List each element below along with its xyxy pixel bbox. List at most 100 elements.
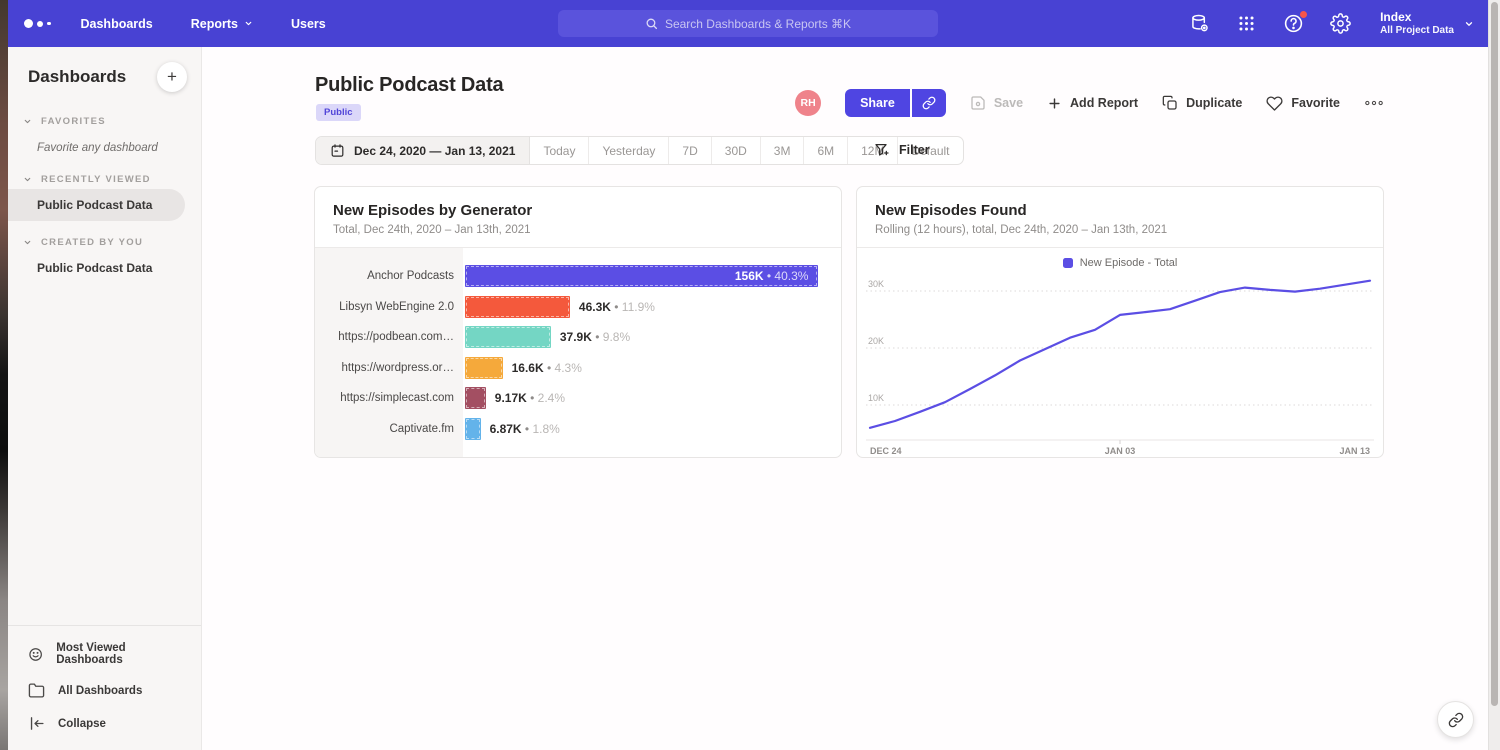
add-dashboard-button[interactable]: + — [157, 62, 187, 92]
more-dots-icon — [1364, 99, 1384, 107]
bar-track: 9.17K • 2.4% — [463, 387, 841, 409]
plus-icon — [1047, 96, 1062, 111]
copy-link-floating-button[interactable] — [1437, 701, 1474, 738]
notification-badge — [1299, 10, 1308, 19]
sidebar-item-public-podcast-data-created[interactable]: Public Podcast Data — [8, 252, 201, 284]
mixpanel-logo-icon[interactable] — [24, 19, 51, 28]
bar-category-label: https://podbean.com… — [315, 331, 463, 343]
card-new-episodes-by-generator: New Episodes by Generator Total, Dec 24t… — [314, 186, 842, 458]
line-series-new-episode-total[interactable] — [870, 281, 1370, 428]
project-name: Index — [1380, 10, 1454, 24]
line-chart-subtitle: Rolling (12 hours), total, Dec 24th, 202… — [875, 224, 1365, 236]
date-range-label: Dec 24, 2020 — Jan 13, 2021 — [354, 144, 515, 158]
save-button[interactable]: Save — [970, 95, 1023, 111]
section-favorites[interactable]: FAVORITES — [8, 100, 201, 131]
bar-category-label: https://wordpress.or… — [315, 362, 463, 374]
search-icon — [645, 17, 658, 30]
legend-label: New Episode - Total — [1080, 257, 1178, 269]
bar[interactable] — [465, 296, 570, 318]
y-axis-tick-label: 10K — [868, 393, 884, 403]
avatar[interactable]: RH — [795, 90, 821, 116]
date-range-bar: Dec 24, 2020 — Jan 13, 2021 TodayYesterd… — [315, 136, 964, 165]
bar-chart-title: New Episodes by Generator — [333, 202, 823, 219]
x-axis-tick-label: DEC 24 — [870, 446, 902, 456]
most-viewed-dashboards-button[interactable]: Most Viewed Dashboards — [8, 634, 201, 674]
bar-category-label: https://simplecast.com — [315, 392, 463, 404]
link-icon — [922, 96, 936, 110]
smiley-icon — [28, 646, 43, 663]
background-edge — [0, 0, 8, 750]
bar[interactable] — [465, 387, 486, 409]
all-dashboards-button[interactable]: All Dashboards — [8, 674, 201, 707]
section-recently-viewed[interactable]: RECENTLY VIEWED — [8, 158, 201, 189]
nav-item-reports[interactable]: Reports — [191, 17, 253, 31]
bar-value-label: 16.6K • 4.3% — [512, 361, 582, 375]
scrollbar[interactable] — [1488, 0, 1500, 750]
project-scope: All Project Data — [1380, 24, 1454, 37]
link-icon — [1448, 712, 1464, 728]
bar-chart: Anchor Podcasts156K • 40.3%Libsyn WebEng… — [315, 248, 841, 458]
date-preset-3m[interactable]: 3M — [761, 137, 805, 164]
page-title: Public Podcast Data — [315, 74, 503, 97]
help-icon[interactable] — [1282, 13, 1304, 35]
data-management-icon[interactable] — [1188, 13, 1210, 35]
share-label[interactable]: Share — [845, 89, 912, 117]
settings-gear-icon[interactable] — [1329, 13, 1351, 35]
date-preset-6m[interactable]: 6M — [804, 137, 848, 164]
bar[interactable] — [465, 357, 503, 379]
collapse-icon — [28, 715, 45, 732]
filter-funnel-icon — [874, 142, 890, 158]
top-nav: Dashboards Reports Users Search Dashboar… — [8, 0, 1488, 47]
chart-legend[interactable]: New Episode - Total — [857, 248, 1383, 269]
section-created-by-you[interactable]: CREATED BY YOU — [8, 221, 201, 252]
date-preset-today[interactable]: Today — [530, 137, 589, 164]
bar-row: Libsyn WebEngine 2.046.3K • 11.9% — [315, 292, 841, 323]
nav-item-users[interactable]: Users — [291, 17, 326, 31]
collapse-sidebar-button[interactable]: Collapse — [8, 707, 201, 740]
bar-value-label: 46.3K • 11.9% — [579, 300, 655, 314]
duplicate-button[interactable]: Duplicate — [1162, 95, 1242, 111]
add-report-button[interactable]: Add Report — [1047, 96, 1138, 111]
favorites-empty-hint: Favorite any dashboard — [8, 131, 201, 158]
bar-track: 156K • 40.3% — [463, 265, 841, 287]
date-preset-7d[interactable]: 7D — [669, 137, 711, 164]
nav-reports-label: Reports — [191, 17, 238, 31]
bar-row: https://simplecast.com9.17K • 2.4% — [315, 383, 841, 414]
sidebar: Dashboards + FAVORITES Favorite any dash… — [8, 47, 202, 750]
bar-row: https://podbean.com… 37.9K • 9.8% — [315, 322, 841, 353]
section-favorites-label: FAVORITES — [41, 116, 106, 127]
filter-label: Filter — [899, 143, 930, 157]
public-badge: Public — [316, 104, 361, 121]
share-link-button[interactable] — [912, 89, 946, 117]
chevron-down-icon — [23, 238, 32, 247]
date-range-picker[interactable]: Dec 24, 2020 — Jan 13, 2021 — [316, 137, 530, 164]
bar[interactable] — [465, 418, 481, 440]
scrollbar-thumb[interactable] — [1491, 2, 1498, 706]
nav-item-dashboards[interactable]: Dashboards — [81, 17, 153, 31]
share-button[interactable]: Share — [845, 89, 946, 117]
search-input[interactable]: Search Dashboards & Reports ⌘K — [558, 10, 938, 37]
bar[interactable] — [465, 326, 551, 348]
filter-button[interactable]: Filter — [874, 142, 930, 158]
sidebar-item-public-podcast-data[interactable]: Public Podcast Data — [8, 189, 185, 221]
bar[interactable]: 156K • 40.3% — [465, 265, 818, 287]
date-preset-30d[interactable]: 30D — [712, 137, 761, 164]
project-selector[interactable]: Index All Project Data — [1380, 10, 1474, 37]
card-new-episodes-found: New Episodes Found Rolling (12 hours), t… — [856, 186, 1384, 458]
most-viewed-label: Most Viewed Dashboards — [56, 642, 181, 666]
bar-value-label: 6.87K • 1.8% — [490, 422, 560, 436]
app-grid-icon[interactable] — [1235, 13, 1257, 35]
calendar-icon — [330, 143, 345, 158]
x-axis-tick-label: JAN 13 — [1339, 446, 1370, 456]
more-options-button[interactable] — [1364, 99, 1384, 107]
main-content: Public Podcast Data Public RH Share Save… — [202, 47, 1488, 750]
copy-icon — [1162, 95, 1178, 111]
folder-icon — [28, 682, 45, 699]
line-plot[interactable]: 10K20K30KDEC 24JAN 03JAN 13 — [866, 279, 1374, 457]
date-preset-yesterday[interactable]: Yesterday — [589, 137, 669, 164]
bar-track: 16.6K • 4.3% — [463, 357, 841, 379]
favorite-button[interactable]: Favorite — [1266, 95, 1340, 112]
bar-row: Captivate.fm6.87K • 1.8% — [315, 414, 841, 445]
bar-track: 37.9K • 9.8% — [463, 326, 841, 348]
bar-value-label: 37.9K • 9.8% — [560, 330, 630, 344]
